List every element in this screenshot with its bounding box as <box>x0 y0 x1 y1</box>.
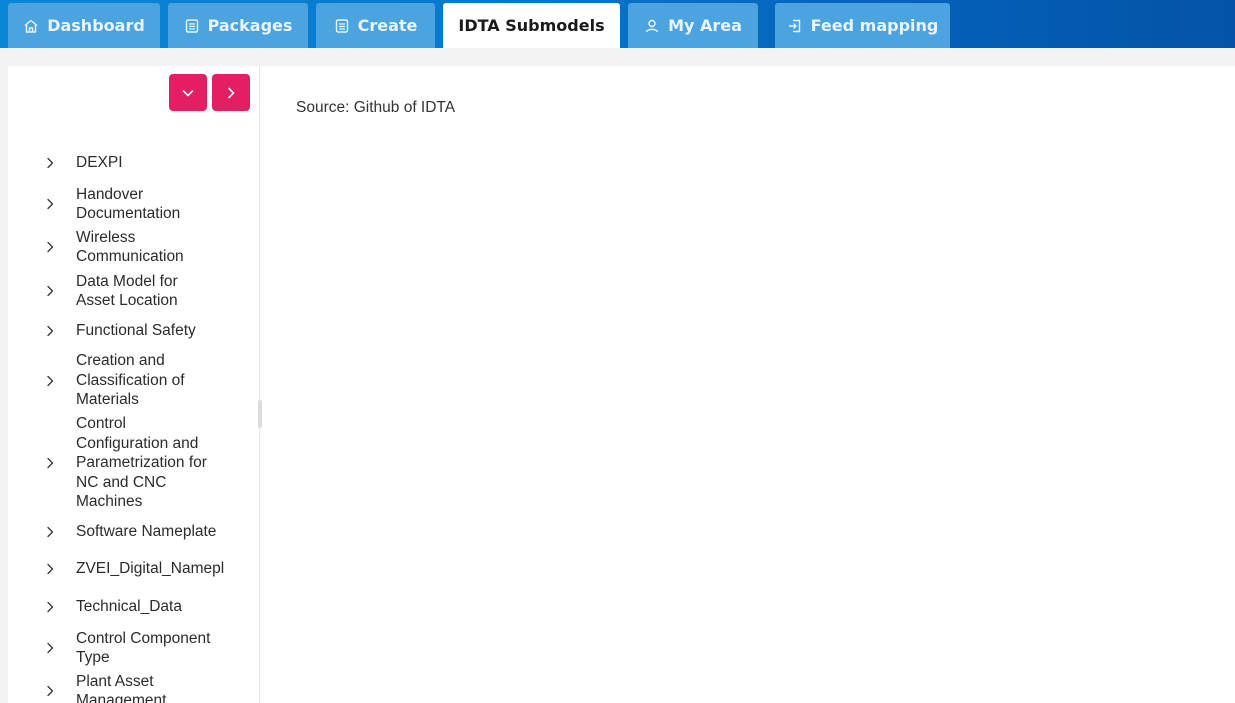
tree-item-label: Plant Asset Management <box>76 672 167 703</box>
source-text: Source: Github of IDTA <box>296 99 456 116</box>
tab-idta-submodels[interactable]: IDTA Submodels <box>443 3 620 48</box>
tab-my-area[interactable]: My Area <box>628 3 758 48</box>
document-icon <box>184 18 200 34</box>
chevron-right-icon[interactable] <box>42 374 58 388</box>
tab-dashboard[interactable]: Dashboard <box>8 3 160 48</box>
user-icon <box>644 18 660 34</box>
tab-create[interactable]: Create <box>316 3 435 48</box>
tab-label: Feed mapping <box>810 16 939 35</box>
tab-label: Packages <box>207 16 293 35</box>
chevron-right-icon[interactable] <box>42 600 58 614</box>
tab-label: Create <box>357 16 418 35</box>
chevron-down-icon <box>180 85 196 101</box>
tree-item-software-nameplate[interactable]: Software Nameplate <box>42 522 252 542</box>
tree-item-wireless-communication[interactable]: Wireless Communication <box>42 227 252 267</box>
chevron-right-icon[interactable] <box>42 324 58 338</box>
tab-feed-mapping[interactable]: Feed mapping <box>775 3 950 48</box>
tree-item-functional-safety[interactable]: Functional Safety <box>42 321 252 341</box>
tree-item-zvei-digital-nameplate[interactable]: ZVEI_Digital_Namepl <box>42 559 252 579</box>
home-icon <box>23 18 39 34</box>
tree-item-label: Creation and Classification of Materials <box>76 352 185 409</box>
chevron-right-icon <box>223 85 239 101</box>
chevron-right-icon[interactable] <box>42 525 58 539</box>
chevron-right-icon[interactable] <box>42 684 58 698</box>
sidebar-divider <box>259 66 260 703</box>
collapse-sidebar-button[interactable] <box>212 74 250 111</box>
tree-item-dexpi[interactable]: DEXPI <box>42 153 252 173</box>
chevron-right-icon[interactable] <box>42 456 58 470</box>
chevron-right-icon[interactable] <box>42 156 58 170</box>
tree-item-label: Software Nameplate <box>76 523 217 541</box>
tree-item-label: Wireless Communication <box>76 228 184 266</box>
tree-item-technical-data[interactable]: Technical_Data <box>42 597 252 617</box>
tree-item-label: Control Component Type <box>76 629 211 667</box>
tab-packages[interactable]: Packages <box>168 3 308 48</box>
tree-item-label: ZVEI_Digital_Namepl <box>76 560 225 578</box>
top-navigation-bar: Dashboard Packages Create IDTA Submodels… <box>0 0 1235 48</box>
feed-icon <box>787 18 803 34</box>
tree-item-control-component-type[interactable]: Control Component Type <box>42 628 252 668</box>
tree-item-label: Functional Safety <box>76 322 196 340</box>
tree-item-asset-location[interactable]: Data Model for Asset Location <box>42 271 252 311</box>
tree-item-label: Data Model for Asset Location <box>76 272 178 310</box>
document-icon <box>334 18 350 34</box>
chevron-right-icon[interactable] <box>42 641 58 655</box>
chevron-right-icon[interactable] <box>42 240 58 254</box>
tab-label: Dashboard <box>47 16 145 35</box>
tree-item-cnc-machines[interactable]: Control Configuration and Parametrizatio… <box>42 414 252 512</box>
tree-item-plant-asset-management[interactable]: Plant Asset Management <box>42 671 252 703</box>
tree-item-label: Handover Documentation <box>76 185 181 223</box>
tree-item-label: DEXPI <box>76 154 123 172</box>
tree-item-materials[interactable]: Creation and Classification of Materials <box>42 351 252 410</box>
chevron-right-icon[interactable] <box>42 197 58 211</box>
tree-item-handover-documentation[interactable]: Handover Documentation <box>42 184 252 224</box>
tree-item-label: Technical_Data <box>76 598 182 616</box>
chevron-right-icon[interactable] <box>42 562 58 576</box>
tab-label: IDTA Submodels <box>458 16 605 35</box>
expand-all-button[interactable] <box>169 74 207 111</box>
sidebar-resize-handle[interactable] <box>258 400 262 428</box>
tab-label: My Area <box>668 16 742 35</box>
chevron-right-icon[interactable] <box>42 284 58 298</box>
tree-item-label: Control Configuration and Parametrizatio… <box>76 415 207 511</box>
